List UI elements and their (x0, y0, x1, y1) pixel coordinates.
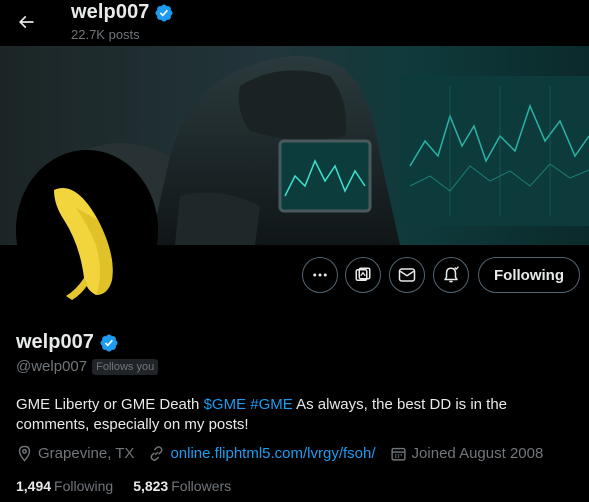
profile-bio: GME Liberty or GME Death $GME #GME As al… (16, 395, 576, 435)
following-label: Following (54, 478, 114, 494)
followers-count: 5,823 (133, 478, 169, 494)
header-display-name: welp007 (71, 1, 150, 23)
profile-meta: Grapevine, TX online.fliphtml5.com/lvrgy… (16, 445, 557, 462)
bio-text: GME Liberty or GME Death (16, 396, 204, 413)
website-link[interactable]: online.fliphtml5.com/lvrgy/fsoh/ (170, 445, 375, 462)
profile-display-name: welp007 (16, 331, 94, 353)
location-pin-icon (18, 445, 31, 462)
more-icon (313, 273, 327, 277)
joined-text: Joined August 2008 (411, 445, 544, 462)
notifications-button[interactable] (433, 257, 469, 293)
bio-cashtag-link[interactable]: $GME (204, 396, 247, 413)
header-post-count: 22.7K posts (71, 27, 140, 42)
handle-row: @welp007 Follows you (16, 358, 159, 375)
grok-icon (355, 267, 371, 281)
followers-label: Followers (171, 478, 232, 494)
back-button[interactable] (8, 4, 44, 40)
profile-actions: Following (0, 257, 589, 295)
bell-icon (444, 266, 459, 283)
calendar-icon (390, 447, 406, 461)
joined-item: Joined August 2008 (390, 445, 544, 462)
follows-you-badge: Follows you (92, 358, 159, 375)
location-item: Grapevine, TX (16, 445, 134, 462)
more-button[interactable] (302, 257, 338, 293)
message-icon (398, 268, 416, 282)
profile-name: welp007 (16, 331, 119, 354)
follow-counts: 1,494 Following 5,823 Followers (16, 478, 251, 494)
following-button[interactable]: Following (478, 257, 580, 293)
verified-badge-icon (154, 3, 173, 22)
header-name: welp007 (71, 1, 174, 24)
following-count: 1,494 (16, 478, 52, 494)
following-count-link[interactable]: 1,494 Following (16, 478, 113, 494)
bio-hashtag-link[interactable]: #GME (250, 396, 293, 413)
verified-badge-icon[interactable] (99, 333, 119, 353)
grok-button[interactable] (345, 257, 381, 293)
message-button[interactable] (389, 257, 425, 293)
arrow-left-icon (18, 15, 34, 29)
top-bar: welp007 22.7K posts (0, 0, 589, 46)
location-text: Grapevine, TX (38, 445, 135, 462)
website-item: online.fliphtml5.com/lvrgy/fsoh/ (148, 445, 376, 462)
link-icon (150, 446, 163, 461)
followers-count-link[interactable]: 5,823 Followers (133, 478, 231, 494)
profile-handle: @welp007 (16, 358, 88, 375)
